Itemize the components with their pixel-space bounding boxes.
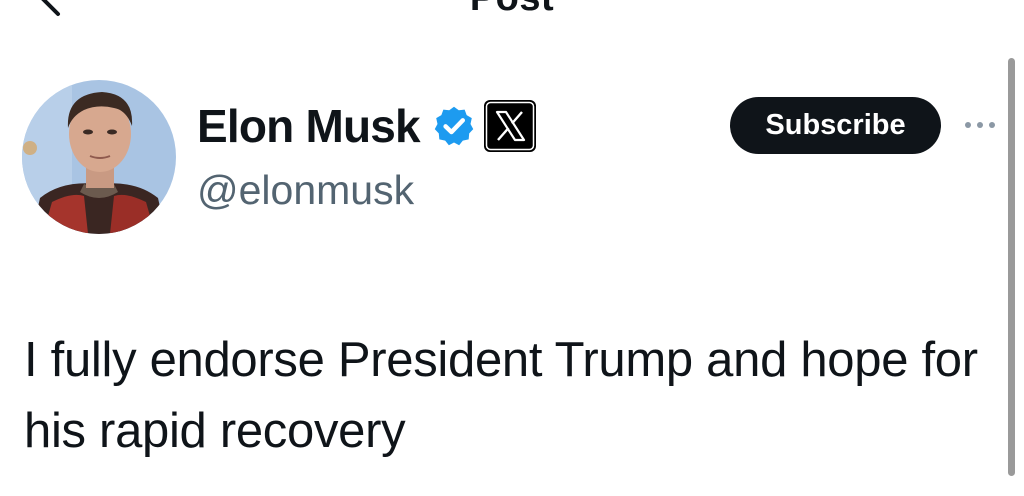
verified-badge-icon [432, 104, 476, 148]
author-display-name[interactable]: Elon Musk [197, 96, 421, 156]
post-text: I fully endorse President Trump and hope… [24, 333, 978, 458]
avatar[interactable] [22, 80, 176, 234]
author-handle[interactable]: @elonmusk [197, 165, 536, 215]
scrollbar[interactable] [1008, 58, 1015, 476]
more-options-button[interactable] [962, 118, 998, 132]
post-screen: Post Elon Musk [0, 0, 1024, 496]
subscribe-button[interactable]: Subscribe [730, 97, 941, 154]
more-dots-icon [965, 122, 995, 128]
name-row: Elon Musk [197, 96, 536, 156]
top-nav-bar: Post [0, 0, 1024, 20]
author-header: Elon Musk @elonmusk [197, 96, 536, 215]
x-logo-icon[interactable] [483, 100, 536, 152]
page-title: Post [0, 0, 1024, 18]
